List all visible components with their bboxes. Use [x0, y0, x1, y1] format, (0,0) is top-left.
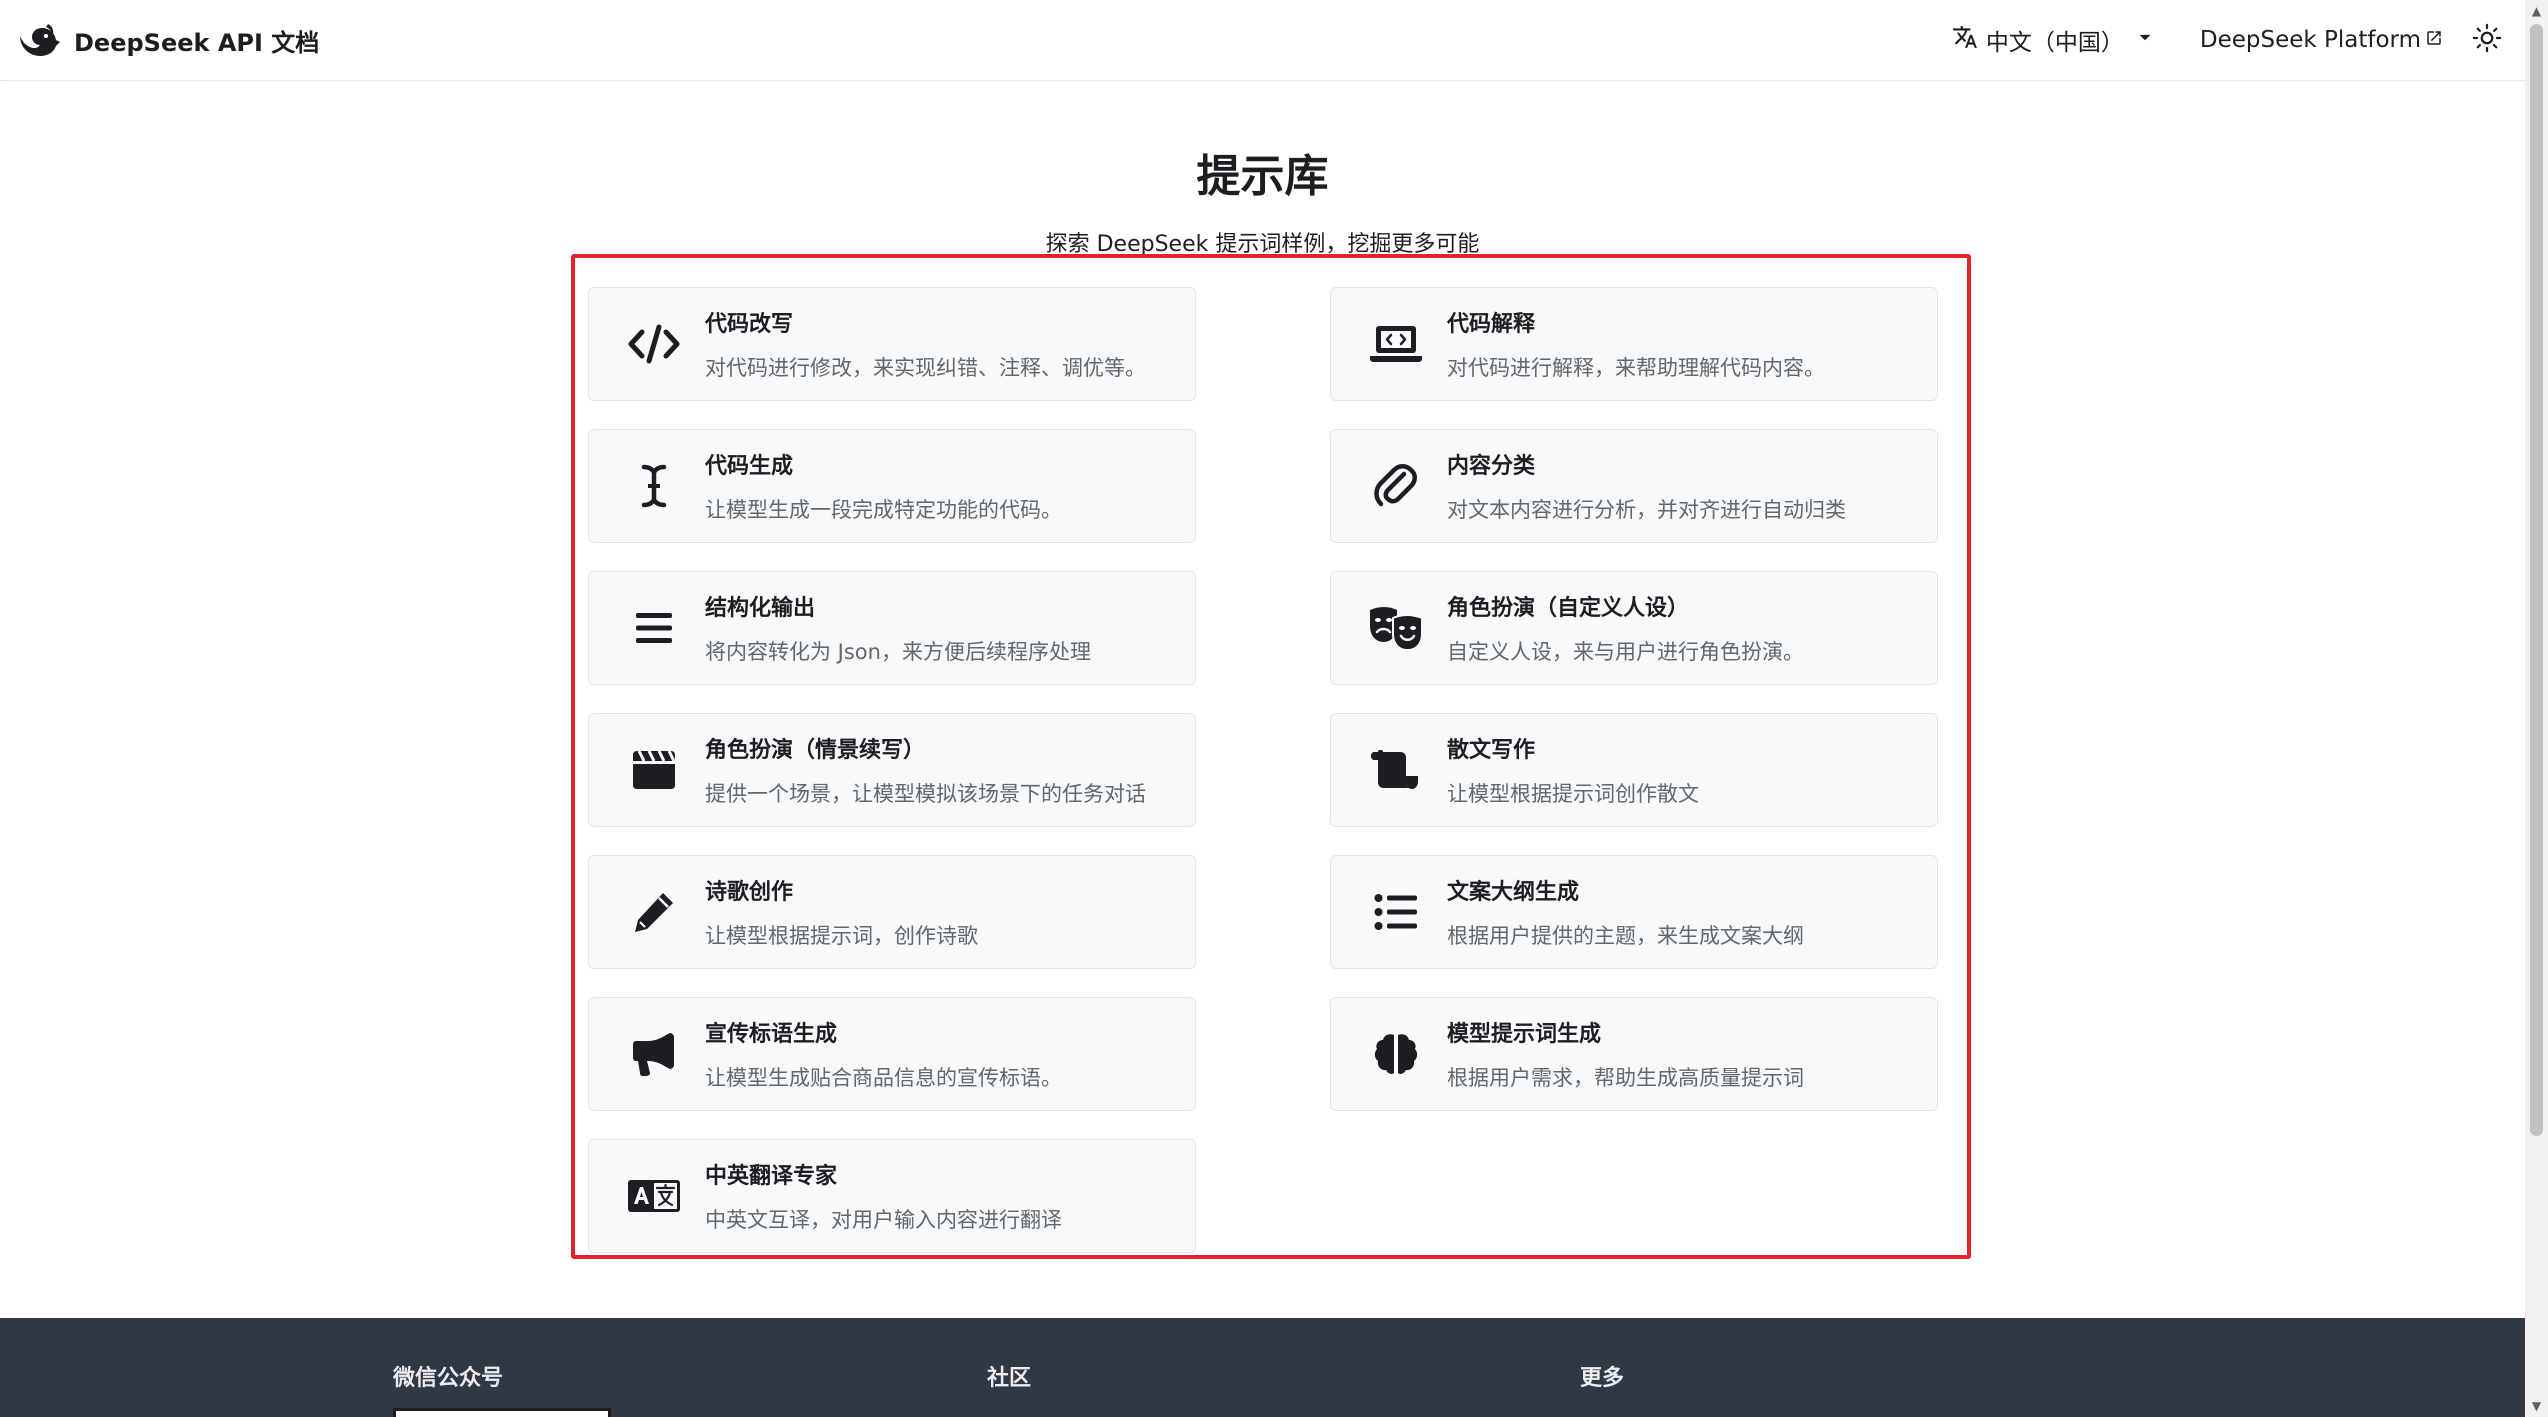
caret-down-icon — [2132, 24, 2158, 56]
card-desc: 对代码进行修改，来实现纠错、注释、调优等。 — [705, 356, 1146, 380]
prompt-card-roleplay-persona[interactable]: 角色扮演（自定义人设） 自定义人设，来与用户进行角色扮演。 — [1330, 571, 1938, 685]
card-title: 角色扮演（情景续写） — [705, 738, 926, 763]
masks-theater-icon — [1367, 599, 1425, 657]
card-desc: 让模型根据提示词，创作诗歌 — [705, 924, 978, 948]
card-desc: 提供一个场景，让模型模拟该场景下的任务对话 — [705, 782, 1146, 806]
scrollbar-thumb[interactable] — [2530, 24, 2543, 1136]
footer: 微信公众号 社区 更多 — [0, 1318, 2525, 1417]
card-title: 代码生成 — [705, 454, 794, 479]
external-link-icon — [2425, 27, 2443, 53]
card-title: 模型提示词生成 — [1447, 1022, 1602, 1047]
scrollbar[interactable]: ▲ ▼ — [2525, 0, 2548, 1417]
scroll-icon — [1367, 741, 1425, 799]
wechat-qr-code — [393, 1408, 611, 1417]
page-title: 提示库 — [1196, 151, 1329, 202]
code-icon — [625, 315, 683, 373]
card-desc: 让模型生成贴合商品信息的宣传标语。 — [705, 1066, 1062, 1090]
translate-icon — [1952, 24, 1978, 56]
deepseek-whale-logo-icon — [18, 22, 62, 58]
card-title: 中英翻译专家 — [705, 1164, 838, 1189]
brain-icon — [1367, 1025, 1425, 1083]
language-dropdown[interactable]: 中文（中国） — [1952, 23, 2158, 57]
platform-link[interactable]: DeepSeek Platform — [2200, 27, 2443, 53]
pencil-icon — [625, 883, 683, 941]
card-title: 诗歌创作 — [705, 880, 794, 905]
card-title: 散文写作 — [1447, 738, 1536, 763]
prompt-card-prompt-generation[interactable]: 模型提示词生成 根据用户需求，帮助生成高质量提示词 — [1330, 997, 1938, 1111]
footer-title-more: 更多 — [1580, 1366, 1625, 1391]
card-title: 代码解释 — [1447, 312, 1536, 337]
scroll-up-arrow-icon[interactable]: ▲ — [2525, 0, 2548, 22]
card-desc: 根据用户需求，帮助生成高质量提示词 — [1447, 1066, 1804, 1090]
prompt-card-grid: 代码改写 对代码进行修改，来实现纠错、注释、调优等。 代码解释 对代码进行解释，… — [588, 287, 1938, 1253]
theme-toggle-button[interactable] — [2467, 20, 2507, 60]
prompt-card-code-generate[interactable]: 代码生成 让模型生成一段完成特定功能的代码。 — [588, 429, 1196, 543]
scroll-down-arrow-icon[interactable]: ▼ — [2525, 1395, 2548, 1417]
card-title: 宣传标语生成 — [705, 1022, 838, 1047]
navbar: DeepSeek API 文档 中文（中国） DeepSeek Platform — [0, 0, 2525, 81]
card-title: 内容分类 — [1447, 454, 1536, 479]
prompt-card-content-classify[interactable]: 内容分类 对文本内容进行分析，并对齐进行自动归类 — [1330, 429, 1938, 543]
prompt-card-outline[interactable]: 文案大纲生成 根据用户提供的主题，来生成文案大纲 — [1330, 855, 1938, 969]
prompt-card-slogan[interactable]: 宣传标语生成 让模型生成贴合商品信息的宣传标语。 — [588, 997, 1196, 1111]
prompt-card-roleplay-scenario[interactable]: 角色扮演（情景续写） 提供一个场景，让模型模拟该场景下的任务对话 — [588, 713, 1196, 827]
card-title: 结构化输出 — [705, 596, 816, 621]
card-desc: 根据用户提供的主题，来生成文案大纲 — [1447, 924, 1804, 948]
footer-title-community: 社区 — [987, 1366, 1032, 1391]
prompt-card-code-rewrite[interactable]: 代码改写 对代码进行修改，来实现纠错、注释、调优等。 — [588, 287, 1196, 401]
card-desc: 自定义人设，来与用户进行角色扮演。 — [1447, 640, 1804, 664]
card-desc: 让模型生成一段完成特定功能的代码。 — [705, 498, 1062, 522]
prompt-card-poetry[interactable]: 诗歌创作 让模型根据提示词，创作诗歌 — [588, 855, 1196, 969]
clapperboard-icon — [625, 741, 683, 799]
brand-link[interactable]: DeepSeek API 文档 — [18, 18, 319, 62]
prompt-card-translation[interactable]: 中英翻译专家 中英文互译，对用户输入内容进行翻译 — [588, 1139, 1196, 1253]
bars-icon — [625, 599, 683, 657]
prompt-card-code-explain[interactable]: 代码解释 对代码进行解释，来帮助理解代码内容。 — [1330, 287, 1938, 401]
language-label: 中文（中国） — [1985, 30, 2124, 56]
brand-title: DeepSeek API 文档 — [74, 28, 320, 57]
sun-icon — [2472, 23, 2502, 57]
card-desc: 让模型根据提示词创作散文 — [1447, 782, 1699, 806]
language-icon — [625, 1167, 683, 1225]
bullhorn-icon — [625, 1025, 683, 1083]
list-icon — [1367, 883, 1425, 941]
card-desc: 将内容转化为 Json，来方便后续程序处理 — [705, 640, 1091, 664]
prompt-card-prose-writing[interactable]: 散文写作 让模型根据提示词创作散文 — [1330, 713, 1938, 827]
card-title: 文案大纲生成 — [1447, 880, 1580, 905]
platform-link-label: DeepSeek Platform — [2199, 27, 2421, 53]
card-desc: 中英文互译，对用户输入内容进行翻译 — [705, 1208, 1062, 1232]
card-desc: 对文本内容进行分析，并对齐进行自动归类 — [1447, 498, 1846, 522]
paperclip-icon — [1367, 457, 1425, 515]
laptop-code-icon — [1367, 315, 1425, 373]
card-desc: 对代码进行解释，来帮助理解代码内容。 — [1447, 356, 1825, 380]
i-cursor-icon — [625, 457, 683, 515]
card-title: 代码改写 — [705, 312, 794, 337]
footer-title-wechat: 微信公众号 — [393, 1366, 504, 1391]
card-title: 角色扮演（自定义人设） — [1447, 596, 1690, 621]
prompt-card-structured-output[interactable]: 结构化输出 将内容转化为 Json，来方便后续程序处理 — [588, 571, 1196, 685]
